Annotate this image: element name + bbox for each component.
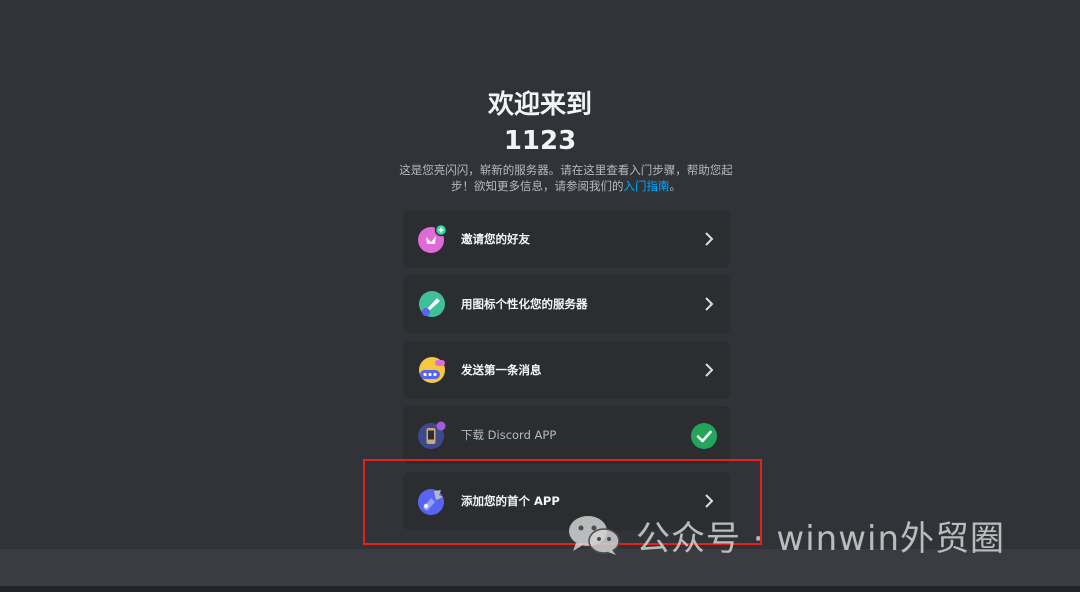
completed-check-icon [691,423,717,449]
chevron-right-icon [705,297,714,311]
step-label: 发送第一条消息 [461,363,542,377]
chevron-right-icon [705,363,714,377]
welcome-description: 这是您亮闪闪，崭新的服务器。请在这里查看入门步骤，帮助您起步！欲知更多信息，请参… [398,162,734,194]
bottom-strip [0,586,1080,592]
step-personalize-server[interactable]: 用图标个性化您的服务器 [403,275,730,333]
chevron-right-icon [705,494,714,508]
getting-started-guide-link[interactable]: 入门指南 [624,179,670,193]
description-suffix: 。 [669,179,682,193]
step-invite-friends[interactable]: 邀请您的好友 [403,210,730,268]
step-download-discord-app[interactable]: 下载 Discord APP [403,406,730,464]
step-label: 邀请您的好友 [461,232,530,246]
message-icon [419,357,445,383]
step-send-first-message[interactable]: 发送第一条消息 [403,341,730,399]
chevron-right-icon [705,232,714,246]
server-name: 1123 [503,126,577,156]
invite-friends-icon [418,224,447,253]
phone-download-icon [418,421,446,449]
step-add-first-app[interactable]: 添加您的首个 APP [403,472,730,530]
brush-icon [419,291,445,317]
message-input-bar [0,549,1080,586]
step-label: 用图标个性化您的服务器 [461,297,588,311]
description-text: 这是您亮闪闪，崭新的服务器。请在这里查看入门步骤，帮助您起步！欲知更多信息，请参… [399,163,733,193]
app-wrench-icon [418,489,444,515]
step-label: 添加您的首个 APP [461,494,560,508]
server-welcome-page: 欢迎来到 1123 这是您亮闪闪，崭新的服务器。请在这里查看入门步骤，帮助您起步… [0,0,1080,592]
welcome-title: 欢迎来到 [487,90,592,120]
step-label: 下载 Discord APP [461,428,557,442]
